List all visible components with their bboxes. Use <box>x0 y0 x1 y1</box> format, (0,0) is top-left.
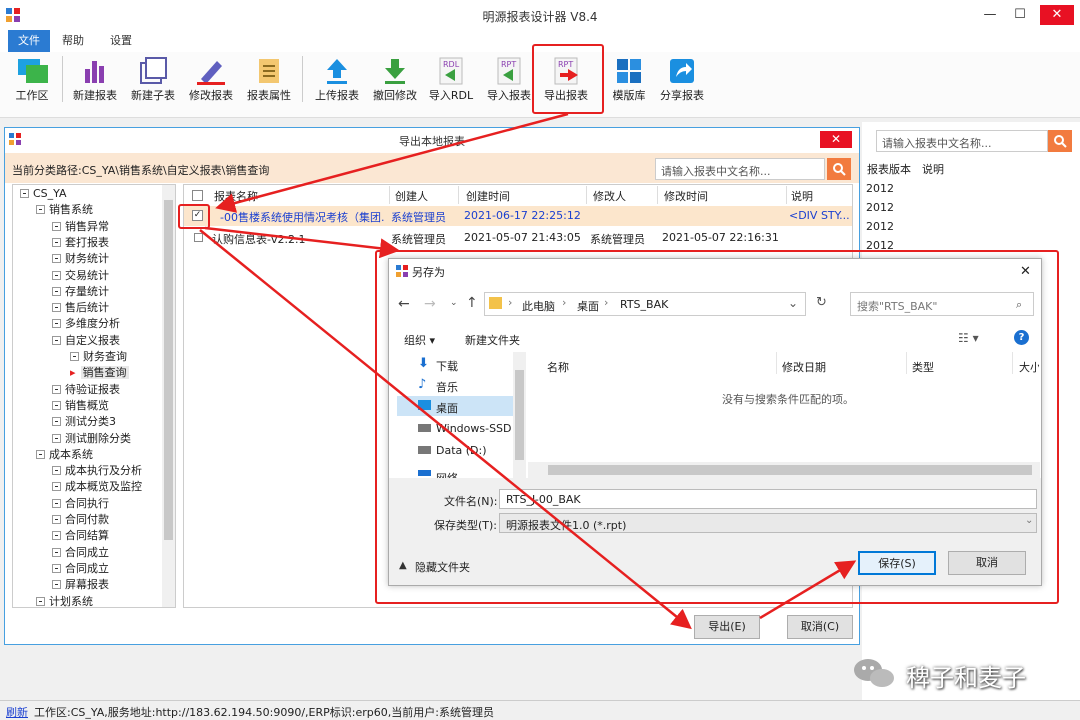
arrow-checkbox-to-dialog <box>204 226 400 259</box>
watermark-logo-icon <box>852 656 896 690</box>
arrow-export-to-save <box>759 560 857 620</box>
status-text: 工作区:CS_YA,服务地址:http://183.62.194.50:9090… <box>34 706 494 719</box>
annotation-arrows <box>199 112 857 630</box>
arrow-checkbox-to-export <box>199 229 692 630</box>
watermark: 稗子和麦子 <box>906 664 1026 692</box>
refresh-link[interactable]: 刷新 <box>6 704 28 720</box>
arrow-export-to-checkbox <box>215 112 569 213</box>
